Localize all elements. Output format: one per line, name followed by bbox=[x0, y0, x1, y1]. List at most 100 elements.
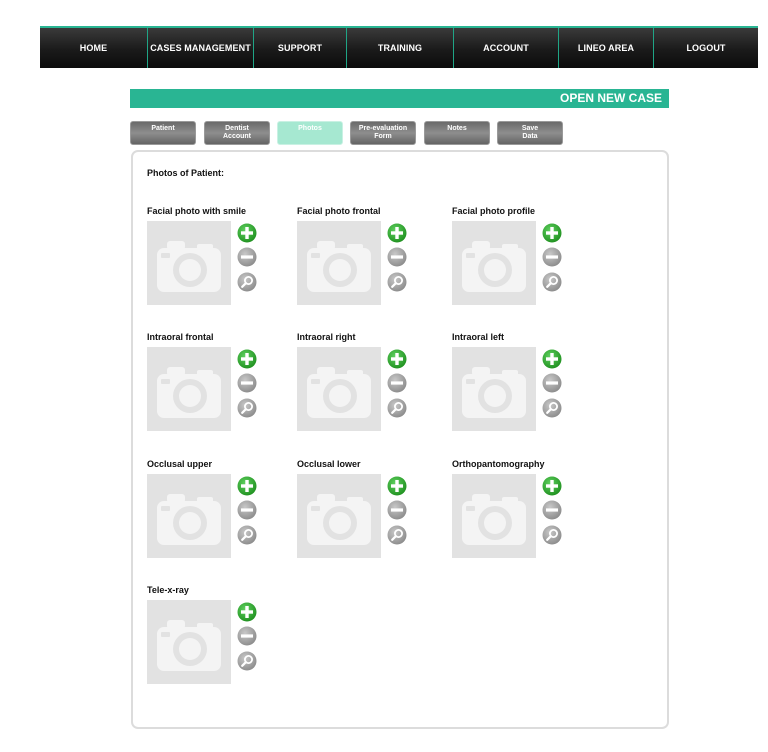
tab-patient[interactable]: Patient bbox=[130, 121, 196, 145]
camera-icon[interactable] bbox=[147, 221, 231, 305]
zoom-photo-button[interactable] bbox=[237, 272, 257, 292]
photo-slot-label: Occlusal lower bbox=[297, 459, 361, 469]
minus-circle-icon bbox=[237, 247, 257, 267]
section-title: Photos of Patient: bbox=[147, 168, 224, 178]
zoom-photo-button[interactable] bbox=[237, 651, 257, 671]
plus-circle-icon bbox=[387, 476, 407, 496]
add-photo-button[interactable] bbox=[387, 476, 407, 496]
minus-circle-icon bbox=[387, 500, 407, 520]
camera-icon[interactable] bbox=[452, 221, 536, 305]
minus-circle-icon bbox=[237, 500, 257, 520]
plus-circle-icon bbox=[542, 349, 562, 369]
tab-label: Account bbox=[223, 133, 251, 140]
photo-slot-label: Intraoral right bbox=[297, 332, 356, 342]
tab-dentist-account[interactable]: Dentist Account bbox=[204, 121, 270, 145]
remove-photo-button[interactable] bbox=[237, 626, 257, 646]
photo-slot-label: Intraoral frontal bbox=[147, 332, 214, 342]
photo-slot: Occlusal lower bbox=[297, 459, 427, 569]
minus-circle-icon bbox=[542, 373, 562, 393]
plus-circle-icon bbox=[387, 349, 407, 369]
remove-photo-button[interactable] bbox=[387, 373, 407, 393]
photo-slot-label: Occlusal upper bbox=[147, 459, 213, 469]
tab-save-data[interactable]: Save Data bbox=[497, 121, 563, 145]
magnifier-icon bbox=[542, 525, 562, 545]
add-photo-button[interactable] bbox=[542, 223, 562, 243]
minus-circle-icon bbox=[542, 247, 562, 267]
nav-account[interactable]: ACCOUNT bbox=[453, 28, 558, 68]
zoom-photo-button[interactable] bbox=[542, 525, 562, 545]
nav-support[interactable]: SUPPORT bbox=[253, 28, 346, 68]
camera-icon[interactable] bbox=[297, 221, 381, 305]
tab-label: Pre-evaluation bbox=[358, 125, 408, 132]
camera-icon[interactable] bbox=[147, 474, 231, 558]
add-photo-button[interactable] bbox=[237, 602, 257, 622]
camera-icon[interactable] bbox=[452, 474, 536, 558]
tab-label: Save bbox=[521, 125, 539, 132]
photo-slot: Facial photo frontal bbox=[297, 206, 427, 316]
zoom-photo-button[interactable] bbox=[542, 398, 562, 418]
remove-photo-button[interactable] bbox=[237, 247, 257, 267]
nav-cases-management[interactable]: CASES MANAGEMENT bbox=[147, 28, 253, 68]
nav-lineo-area[interactable]: LINEO AREA bbox=[558, 28, 653, 68]
tab-label: Photos bbox=[298, 125, 322, 132]
remove-photo-button[interactable] bbox=[542, 373, 562, 393]
remove-photo-button[interactable] bbox=[387, 500, 407, 520]
tab-label: Patient bbox=[151, 125, 175, 132]
remove-photo-button[interactable] bbox=[542, 247, 562, 267]
add-photo-button[interactable] bbox=[542, 349, 562, 369]
magnifier-icon bbox=[387, 398, 407, 418]
tab-label: Form bbox=[374, 133, 392, 140]
magnifier-icon bbox=[237, 398, 257, 418]
magnifier-icon bbox=[237, 525, 257, 545]
camera-icon[interactable] bbox=[452, 347, 536, 431]
camera-icon[interactable] bbox=[147, 600, 231, 684]
tab-label: Dentist bbox=[225, 125, 249, 132]
camera-icon[interactable] bbox=[147, 347, 231, 431]
plus-circle-icon bbox=[237, 349, 257, 369]
photo-slot-label: Facial photo frontal bbox=[297, 206, 381, 216]
add-photo-button[interactable] bbox=[237, 349, 257, 369]
photo-slot: Intraoral right bbox=[297, 332, 427, 442]
add-photo-button[interactable] bbox=[387, 349, 407, 369]
remove-photo-button[interactable] bbox=[387, 247, 407, 267]
zoom-photo-button[interactable] bbox=[237, 525, 257, 545]
magnifier-icon bbox=[387, 272, 407, 292]
magnifier-icon bbox=[237, 651, 257, 671]
tab-pre-evaluation-form[interactable]: Pre-evaluation Form bbox=[350, 121, 416, 145]
photo-slot: Facial photo profile bbox=[452, 206, 582, 316]
minus-circle-icon bbox=[237, 373, 257, 393]
camera-icon[interactable] bbox=[297, 347, 381, 431]
add-photo-button[interactable] bbox=[542, 476, 562, 496]
minus-circle-icon bbox=[387, 373, 407, 393]
photo-slot: Intraoral left bbox=[452, 332, 582, 442]
minus-circle-icon bbox=[237, 626, 257, 646]
add-photo-button[interactable] bbox=[387, 223, 407, 243]
tab-notes[interactable]: Notes bbox=[424, 121, 490, 145]
remove-photo-button[interactable] bbox=[237, 373, 257, 393]
nav-logout[interactable]: LOGOUT bbox=[653, 28, 758, 68]
zoom-photo-button[interactable] bbox=[387, 525, 407, 545]
remove-photo-button[interactable] bbox=[542, 500, 562, 520]
add-photo-button[interactable] bbox=[237, 476, 257, 496]
photo-slot-label: Tele-x-ray bbox=[147, 585, 189, 595]
nav-training[interactable]: TRAINING bbox=[346, 28, 453, 68]
remove-photo-button[interactable] bbox=[237, 500, 257, 520]
tab-label: Notes bbox=[447, 125, 467, 132]
plus-circle-icon bbox=[542, 476, 562, 496]
page-title: OPEN NEW CASE bbox=[130, 89, 669, 108]
magnifier-icon bbox=[387, 525, 407, 545]
tab-label: Data bbox=[522, 133, 538, 140]
photo-slot: Facial photo with smile bbox=[147, 206, 277, 316]
magnifier-icon bbox=[237, 272, 257, 292]
plus-circle-icon bbox=[542, 223, 562, 243]
zoom-photo-button[interactable] bbox=[237, 398, 257, 418]
nav-home[interactable]: HOME bbox=[40, 28, 147, 68]
minus-circle-icon bbox=[542, 500, 562, 520]
add-photo-button[interactable] bbox=[237, 223, 257, 243]
plus-circle-icon bbox=[237, 476, 257, 496]
zoom-photo-button[interactable] bbox=[387, 272, 407, 292]
zoom-photo-button[interactable] bbox=[542, 272, 562, 292]
tab-photos[interactable]: Photos bbox=[277, 121, 343, 145]
zoom-photo-button[interactable] bbox=[387, 398, 407, 418]
camera-icon[interactable] bbox=[297, 474, 381, 558]
